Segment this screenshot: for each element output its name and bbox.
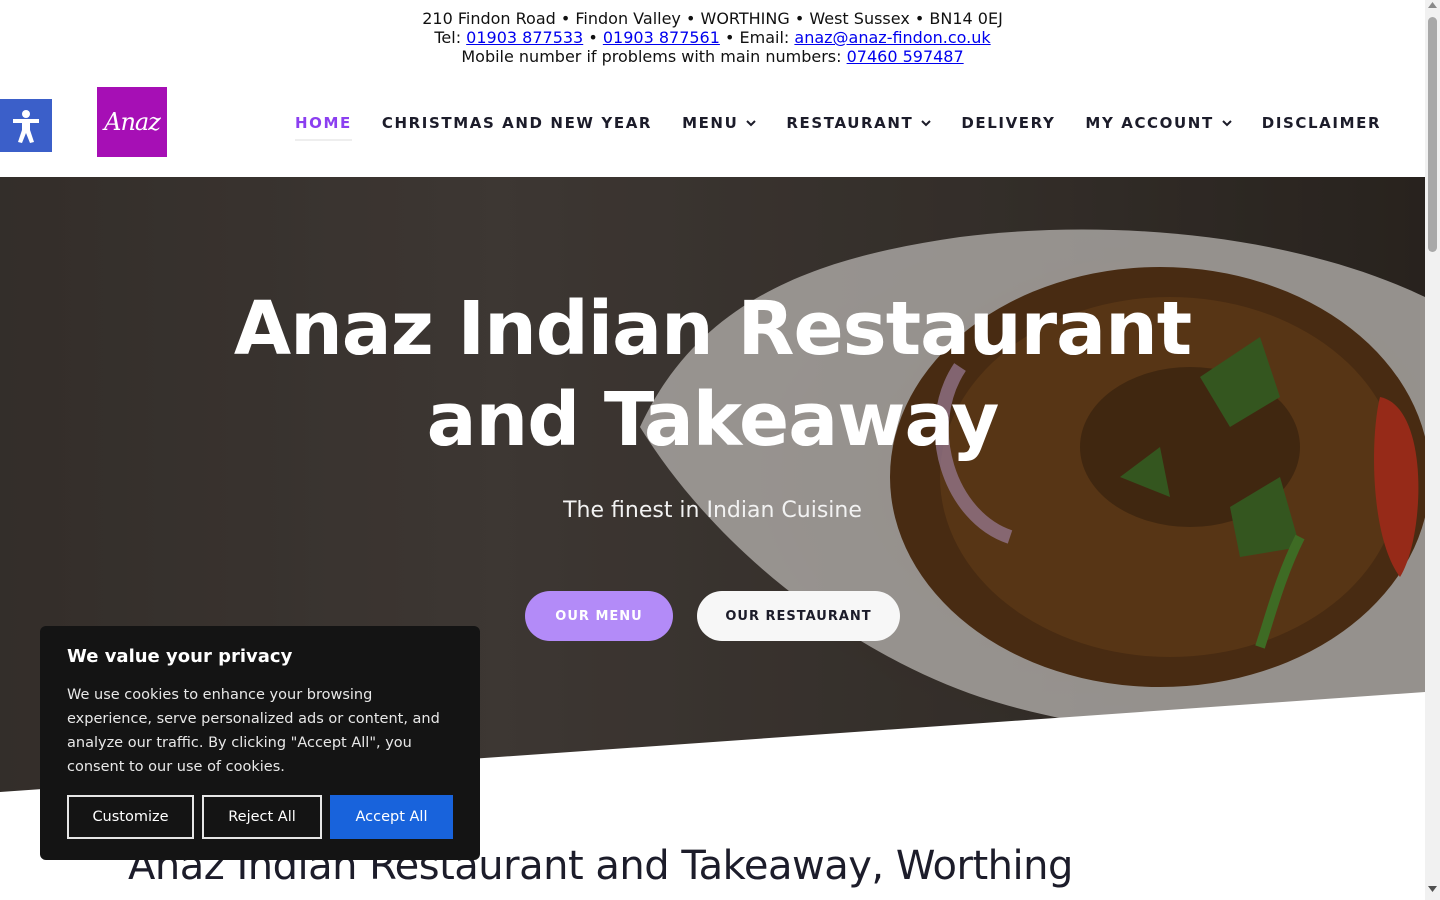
nav-disclaimer-label: DISCLAIMER (1261, 114, 1382, 132)
scroll-down-arrow-icon[interactable] (1425, 886, 1440, 898)
our-restaurant-button[interactable]: OUR RESTAURANT (697, 591, 900, 641)
accessibility-button[interactable] (0, 99, 52, 152)
cookie-title: We value your privacy (67, 646, 293, 667)
nav-disclaimer[interactable]: DISCLAIMER (1262, 114, 1381, 132)
nav-menu-label: MENU (682, 114, 739, 132)
nav-delivery-label: DELIVERY (961, 114, 1056, 132)
nav-menu[interactable]: MENU (682, 114, 757, 132)
nav-restaurant[interactable]: RESTAURANT (786, 114, 932, 132)
scroll-up-arrow-icon[interactable] (1425, 2, 1440, 14)
chevron-down-icon (1222, 119, 1232, 127)
hero-title-line-1: Anaz Indian Restaurant (233, 286, 1192, 372)
page-scrollbar[interactable] (1425, 0, 1440, 900)
email-label: • Email: (719, 28, 795, 47)
customize-button[interactable]: Customize (67, 795, 194, 839)
nav-delivery[interactable]: DELIVERY (961, 114, 1055, 132)
main-nav: HOME CHRISTMAS AND NEW YEAR MENU RESTAUR… (295, 112, 1411, 141)
accept-all-button[interactable]: Accept All (330, 795, 453, 839)
mobile-link[interactable]: 07460 597487 (847, 47, 964, 66)
site-logo[interactable]: Anaz (97, 87, 167, 157)
email-link[interactable]: anaz@anaz-findon.co.uk (794, 28, 990, 47)
reject-all-button[interactable]: Reject All (202, 795, 322, 839)
phone-link-2[interactable]: 01903 877561 (603, 28, 720, 47)
nav-home-label: HOME (295, 114, 352, 132)
mobile-label: Mobile number if problems with main numb… (461, 47, 847, 66)
nav-home[interactable]: HOME (295, 114, 352, 141)
address-line: 210 Findon Road • Findon Valley • WORTHI… (422, 9, 1003, 28)
nav-christmas[interactable]: CHRISTMAS AND NEW YEAR (382, 114, 652, 132)
nav-restaurant-label: RESTAURANT (786, 114, 914, 132)
tel-label: Tel: (434, 28, 467, 47)
phone-email-line: Tel: 01903 877533 • 01903 877561 • Email… (0, 28, 1425, 47)
page: 210 Findon Road • Findon Valley • WORTHI… (0, 0, 1425, 900)
cookie-consent-banner: We value your privacy We use cookies to … (40, 626, 480, 860)
accessibility-person-icon (13, 109, 39, 143)
hero-title-line-2: and Takeaway (426, 377, 1000, 463)
hero-subtitle: The finest in Indian Cuisine (563, 498, 862, 523)
nav-my-account[interactable]: MY ACCOUNT (1085, 114, 1232, 132)
chevron-down-icon (746, 119, 757, 127)
nav-christmas-label: CHRISTMAS AND NEW YEAR (381, 114, 653, 132)
chevron-down-icon (921, 119, 932, 127)
mobile-line: Mobile number if problems with main numb… (0, 47, 1425, 66)
hero-title: Anaz Indian Restaurant and Takeaway (0, 284, 1425, 466)
our-menu-button[interactable]: OUR MENU (525, 591, 673, 641)
phone-link-1[interactable]: 01903 877533 (466, 28, 583, 47)
scrollbar-thumb[interactable] (1428, 17, 1437, 252)
contact-bar: 210 Findon Road • Findon Valley • WORTHI… (0, 9, 1425, 66)
nav-my-account-label: MY ACCOUNT (1085, 114, 1214, 132)
phone-separator: • (583, 28, 603, 47)
logo-text: Anaz (104, 108, 161, 136)
cookie-text: We use cookies to enhance your browsing … (67, 687, 440, 775)
